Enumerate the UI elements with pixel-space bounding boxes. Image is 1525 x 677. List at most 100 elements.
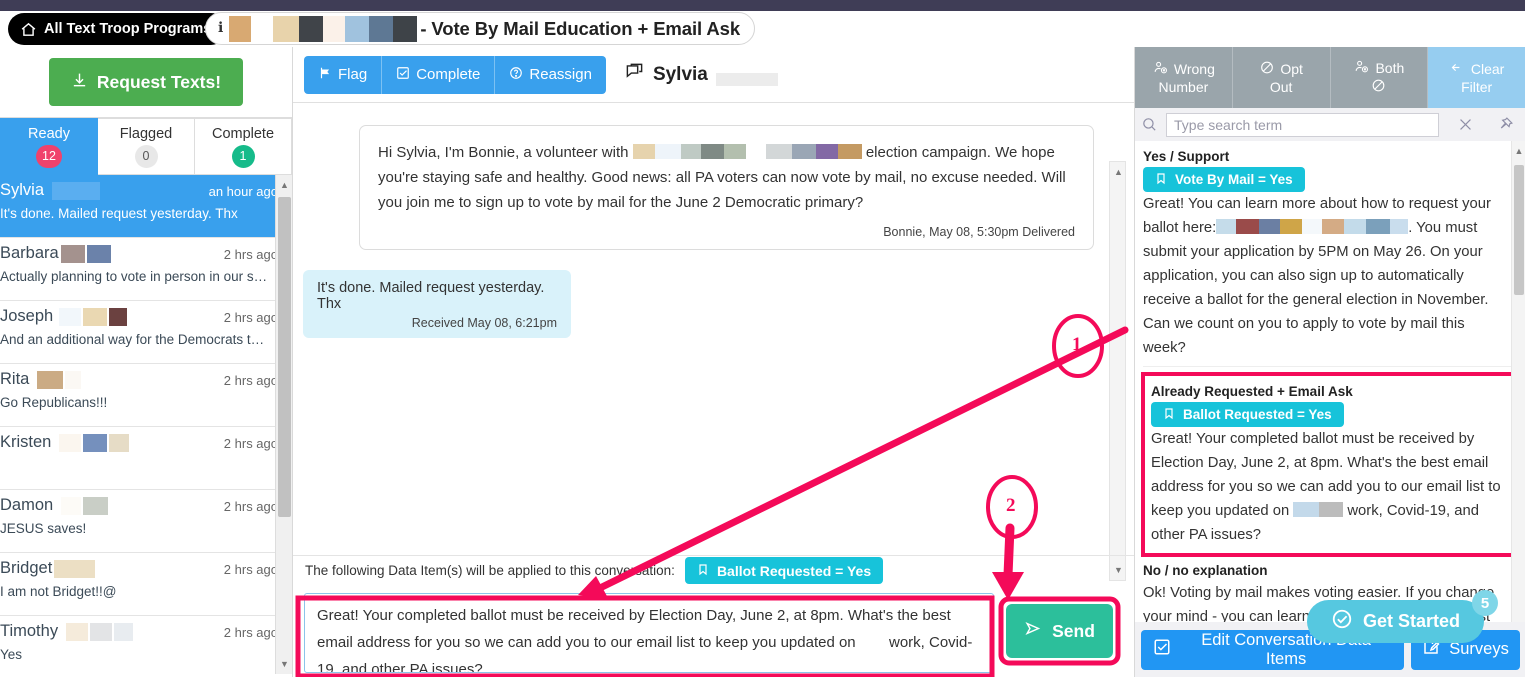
request-texts-button[interactable]: Request Texts!: [48, 58, 244, 106]
script-section-yes-support[interactable]: Yes / Support Vote By Mail = Yes Great! …: [1143, 149, 1511, 367]
complete-button[interactable]: Complete: [382, 55, 496, 94]
check-circle-icon: [1331, 608, 1353, 635]
page-title: - Vote By Mail Education + Email Ask: [420, 17, 741, 39]
redacted-block: [1236, 219, 1260, 234]
script-tag[interactable]: Vote By Mail = Yes: [1143, 167, 1305, 192]
list-item[interactable]: Kristen 2 hrs ago: [0, 427, 292, 490]
conversation-name: Rita: [0, 370, 30, 388]
script-search-bar: [1135, 108, 1525, 141]
redacted-block: [109, 307, 128, 326]
get-started-label: Get Started: [1362, 611, 1460, 631]
tab-ready-count: 12: [36, 144, 62, 168]
conversation-contact-name: Sylvia: [652, 63, 708, 85]
conversation-time: 2 hrs ago: [223, 436, 278, 451]
flag-button[interactable]: Flag: [304, 55, 383, 94]
tab-complete[interactable]: Complete 1: [195, 118, 292, 175]
conversation-name: Barbara: [0, 244, 59, 262]
list-item[interactable]: Bridget 2 hrs ago I am not Bridget!!@: [0, 553, 292, 616]
redacted-block: [61, 496, 82, 515]
reassign-button[interactable]: Reassign: [495, 55, 606, 94]
send-button[interactable]: Send: [1006, 604, 1113, 658]
message-compose-input[interactable]: [304, 593, 994, 673]
all-programs-button[interactable]: All Text Troop Programs: [8, 13, 228, 45]
redacted-block: [83, 307, 108, 326]
checkbox-icon: [1153, 638, 1171, 661]
redacted-block: [837, 144, 862, 159]
redacted-block: [1319, 502, 1344, 517]
redacted-block: [765, 144, 792, 159]
redacted-block: [700, 144, 724, 159]
filter-wrong-number[interactable]: Wrong Number: [1135, 47, 1233, 108]
filter-clear[interactable]: Clear Filter: [1428, 47, 1525, 108]
message-inbound: It's done. Mailed request yesterday. Thx…: [303, 270, 571, 338]
scroll-up-arrow[interactable]: ▲: [1110, 162, 1127, 182]
tab-flagged-label: Flagged: [119, 125, 173, 142]
scroll-down-arrow[interactable]: ▼: [276, 654, 292, 674]
data-item-notice-row: The following Data Item(s) will be appli…: [293, 555, 1134, 585]
script-section-already-requested[interactable]: Already Requested + Email Ask Ballot Req…: [1141, 372, 1517, 557]
redacted-block: [59, 433, 82, 452]
message-text: It's done. Mailed request yesterday. Thx: [317, 280, 545, 312]
conversation-name: Bridget: [0, 559, 53, 577]
script-section-title: Yes / Support: [1143, 149, 1230, 164]
close-icon[interactable]: [1447, 116, 1483, 133]
conversation-time: 2 hrs ago: [223, 247, 278, 262]
conversation-time: an hour ago: [208, 184, 278, 199]
script-list[interactable]: Yes / Support Vote By Mail = Yes Great! …: [1135, 141, 1525, 677]
redacted-block: [66, 622, 89, 641]
script-section-title: No / no explanation: [1143, 563, 1268, 578]
list-item[interactable]: Joseph 2 hrs ago And an additional way f…: [0, 301, 292, 364]
tab-flagged[interactable]: Flagged 0: [98, 118, 195, 175]
send-label: Send: [1052, 620, 1095, 641]
redacted-block: [52, 181, 101, 200]
tab-ready-label: Ready: [28, 125, 70, 142]
list-item[interactable]: Barbara 2 hrs ago Actually planning to v…: [0, 238, 292, 301]
script-section-title: Already Requested + Email Ask: [1151, 384, 1353, 399]
conversation-name: Damon: [0, 496, 54, 514]
redacted-block: [299, 15, 324, 42]
pin-icon[interactable]: [1491, 116, 1519, 133]
user-x-ban-icon: [1353, 59, 1370, 78]
redacted-block: [680, 144, 701, 159]
redacted-block: [90, 622, 113, 641]
program-title-pill[interactable]: ℹ - Vote By Mail Education + Email Ask: [205, 12, 756, 45]
script-scrollbar[interactable]: ▲ ▼: [1511, 141, 1525, 677]
list-item[interactable]: Timothy 2 hrs ago Yes: [0, 616, 292, 674]
list-item[interactable]: Rita 2 hrs ago Go Republicans!!!: [0, 364, 292, 427]
script-tag[interactable]: Ballot Requested = Yes: [1151, 402, 1344, 427]
get-started-button[interactable]: Get Started: [1306, 600, 1484, 643]
chat-bubble-icon: [624, 62, 645, 87]
top-dark-strip: [0, 0, 1525, 11]
redacted-block: [65, 370, 82, 389]
user-x-icon: [1152, 60, 1169, 79]
message-outbound: Hi Sylvia, I'm Bonnie, a volunteer with …: [359, 125, 1094, 250]
list-item[interactable]: Sylvia an hour ago It's done. Mailed req…: [0, 175, 292, 238]
tab-ready[interactable]: Ready 12: [0, 118, 98, 175]
ban-icon: [1371, 78, 1386, 97]
conversation-list[interactable]: Sylvia an hour ago It's done. Mailed req…: [0, 175, 292, 674]
scroll-up-arrow[interactable]: ▲: [1512, 141, 1525, 161]
action-button-group: Flag Complete Reassign: [304, 55, 606, 94]
redacted-block: [723, 144, 746, 159]
list-scrollbar[interactable]: ▲ ▼: [275, 175, 292, 674]
conversation-snippet: JESUS saves!: [0, 521, 87, 536]
redacted-block: [251, 15, 274, 42]
info-icon: ℹ: [218, 21, 224, 36]
search-input[interactable]: [1166, 112, 1439, 137]
redacted-block: [654, 144, 681, 159]
filter-both[interactable]: Both: [1330, 47, 1429, 108]
filter-opt-out-label: Opt: [1280, 60, 1303, 77]
scroll-up-arrow[interactable]: ▲: [276, 175, 292, 195]
redacted-block: [54, 559, 96, 578]
get-started-count: 5: [1472, 590, 1498, 616]
redacted-block: [86, 244, 111, 263]
scrollbar-thumb[interactable]: [1514, 165, 1524, 295]
redacted-block: [815, 144, 838, 159]
conversation-name: Joseph: [0, 307, 54, 325]
complete-label: Complete: [416, 66, 481, 83]
scrollbar-thumb[interactable]: [278, 197, 291, 517]
filter-opt-out[interactable]: Opt Out: [1232, 47, 1331, 108]
list-item[interactable]: Damon 2 hrs ago JESUS saves!: [0, 490, 292, 553]
thread-scrollbar[interactable]: ▲ ▼: [1109, 161, 1126, 581]
status-badge[interactable]: Ballot Requested = Yes: [684, 557, 884, 584]
